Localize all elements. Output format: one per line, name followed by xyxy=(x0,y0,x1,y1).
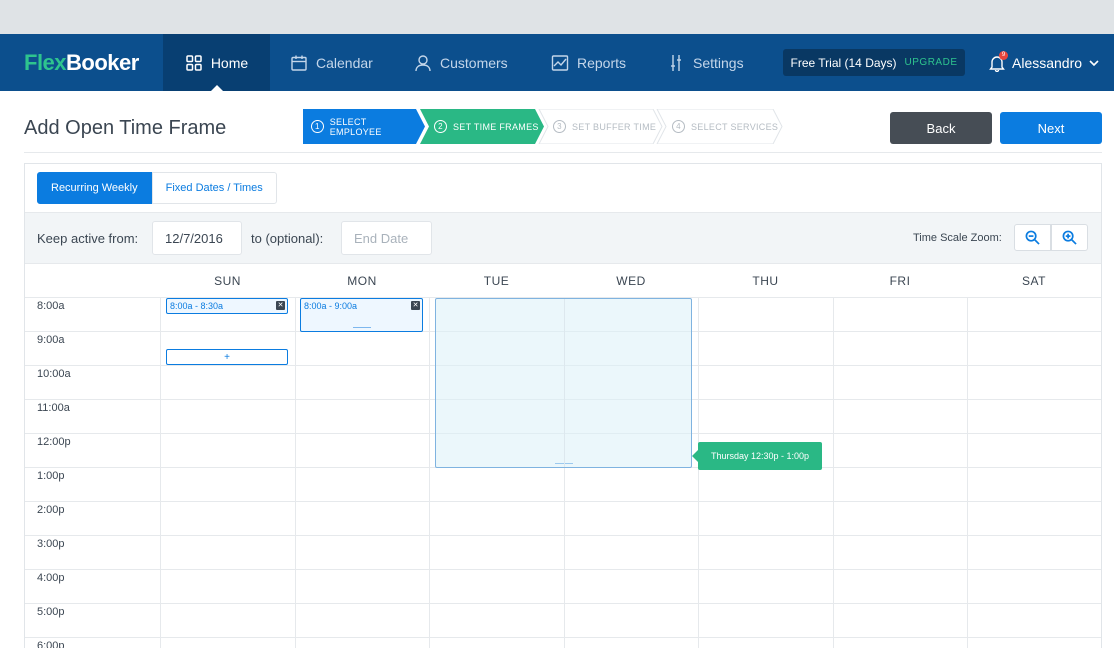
time-label: 2:00p xyxy=(37,504,65,516)
end-date-input[interactable]: End Date xyxy=(341,221,432,255)
schedule-type-tabs: Recurring Weekly Fixed Dates / Times xyxy=(37,172,277,204)
step-number: 2 xyxy=(434,120,447,133)
day-header-tue: TUE xyxy=(483,273,510,288)
page-content: Add Open Time Frame 1 SELECT EMPLOYEE 2 … xyxy=(0,91,1114,648)
week-calendar-grid: SUN MON TUE WED THU FRI SAT 8:00a 9:00a … xyxy=(25,264,1101,648)
time-frame-event-mon[interactable]: 8:00a - 9:00a ✕ xyxy=(300,298,423,332)
hour-line xyxy=(25,569,1101,570)
time-label: 11:00a xyxy=(37,402,70,414)
tab-recurring-weekly[interactable]: Recurring Weekly xyxy=(37,172,152,204)
day-column-line xyxy=(295,297,296,648)
wizard-step-select-employee[interactable]: 1 SELECT EMPLOYEE xyxy=(299,109,419,144)
nav-home-label: Home xyxy=(210,54,249,71)
hour-line xyxy=(25,501,1101,502)
selection-inner-line xyxy=(564,299,565,467)
day-column-line xyxy=(698,297,699,648)
nav-calendar-label: Calendar xyxy=(316,54,373,71)
upgrade-link[interactable]: UPGRADE xyxy=(905,57,958,68)
hour-line xyxy=(25,535,1101,536)
nav-customers-label: Customers xyxy=(440,54,508,71)
user-icon xyxy=(415,54,431,71)
wizard-step-select-services[interactable]: 4 SELECT SERVICES xyxy=(660,109,780,144)
event-time-label: 8:00a - 8:30a xyxy=(170,301,224,311)
filter-bar: Keep active from: 12/7/2016 to (optional… xyxy=(25,212,1101,264)
nav-settings[interactable]: Settings xyxy=(667,34,744,91)
hour-line xyxy=(25,637,1101,638)
trial-label: Free Trial (14 Days) xyxy=(790,55,897,70)
time-label: 9:00a xyxy=(37,334,65,346)
step-label: SELECT EMPLOYEE xyxy=(329,116,382,137)
time-label: 6:00p xyxy=(37,640,65,648)
app-logo[interactable]: FlexBooker xyxy=(24,50,139,76)
day-column-line xyxy=(967,297,968,648)
selection-time-tooltip: Thursday 12:30p - 1:00p xyxy=(692,442,822,470)
resize-handle[interactable] xyxy=(352,327,371,328)
day-header-fri: FRI xyxy=(889,273,911,288)
remove-event-icon[interactable]: ✕ xyxy=(411,301,420,310)
home-grid-icon xyxy=(186,54,202,71)
nav-customers[interactable]: Customers xyxy=(414,34,508,91)
back-button[interactable]: Back xyxy=(890,112,992,144)
logo-booker: Booker xyxy=(66,50,139,75)
wizard-step-set-buffer-time[interactable]: 3 SET BUFFER TIME xyxy=(541,109,661,144)
header-divider xyxy=(24,152,1102,153)
user-menu[interactable]: 9 Alessandro xyxy=(988,34,1100,91)
nav-reports[interactable]: Reports xyxy=(551,34,626,91)
step-number: 3 xyxy=(553,120,566,133)
step-label: SET BUFFER TIME xyxy=(572,121,657,132)
zoom-out-icon xyxy=(1025,230,1040,245)
time-label: 10:00a xyxy=(37,368,71,380)
top-nav: FlexBooker Home Calendar Customers Repor… xyxy=(0,34,1114,91)
time-label: 12:00p xyxy=(37,436,71,448)
day-header-sun: SUN xyxy=(214,273,241,288)
nav-calendar[interactable]: Calendar xyxy=(290,34,373,91)
zoom-in-button[interactable] xyxy=(1051,224,1088,251)
tab-fixed-dates[interactable]: Fixed Dates / Times xyxy=(151,172,277,204)
time-label: 5:00p xyxy=(37,606,65,618)
next-button[interactable]: Next xyxy=(1000,112,1102,144)
nav-reports-label: Reports xyxy=(577,54,627,71)
start-date-input[interactable]: 12/7/2016 xyxy=(152,221,242,255)
step-label: SET TIME FRAMES xyxy=(453,121,539,132)
day-header-thu: THU xyxy=(752,273,779,288)
notification-count: 9 xyxy=(999,50,1008,60)
event-time-label: 8:00a - 9:00a xyxy=(304,301,358,311)
nav-home[interactable]: Home xyxy=(163,34,270,91)
time-frame-panel: Recurring Weekly Fixed Dates / Times Kee… xyxy=(24,163,1102,648)
user-name: Alessandro xyxy=(1012,54,1083,71)
nav-settings-label: Settings xyxy=(693,54,744,71)
active-from-label: Keep active from: xyxy=(37,231,139,246)
bell-icon[interactable]: 9 xyxy=(988,50,1008,72)
logo-flex: Flex xyxy=(24,50,67,75)
step-number: 1 xyxy=(311,120,324,133)
chevron-down-icon xyxy=(1089,59,1099,66)
time-label: 4:00p xyxy=(37,572,65,584)
chart-icon xyxy=(551,54,569,71)
calendar-icon xyxy=(291,55,307,71)
wizard-step-set-time-frames[interactable]: 2 SET TIME FRAMES xyxy=(422,109,542,144)
day-header-sat: SAT xyxy=(1022,273,1046,288)
day-column-line xyxy=(160,297,161,648)
top-strip xyxy=(0,0,1114,34)
day-header-wed: WED xyxy=(616,273,646,288)
time-label: 8:00a xyxy=(37,300,65,312)
add-time-frame-button[interactable]: + xyxy=(166,349,288,365)
time-label: 3:00p xyxy=(37,538,65,550)
hour-line xyxy=(25,603,1101,604)
remove-event-icon[interactable]: ✕ xyxy=(276,301,285,310)
day-column-line xyxy=(429,297,430,648)
to-optional-label: to (optional): xyxy=(251,231,324,246)
zoom-out-button[interactable] xyxy=(1014,224,1051,251)
zoom-in-icon xyxy=(1062,230,1077,245)
page-title: Add Open Time Frame xyxy=(24,117,227,139)
time-label: 1:00p xyxy=(37,470,65,482)
sliders-icon xyxy=(671,54,681,71)
trial-badge[interactable]: Free Trial (14 Days) UPGRADE xyxy=(783,49,965,76)
time-frame-event-sun[interactable]: 8:00a - 8:30a ✕ xyxy=(166,298,288,314)
day-column-line xyxy=(833,297,834,648)
step-number: 4 xyxy=(672,120,685,133)
time-scale-zoom-label: Time Scale Zoom: xyxy=(913,232,1002,244)
step-label: SELECT SERVICES xyxy=(691,121,779,132)
day-header-mon: MON xyxy=(347,273,377,288)
